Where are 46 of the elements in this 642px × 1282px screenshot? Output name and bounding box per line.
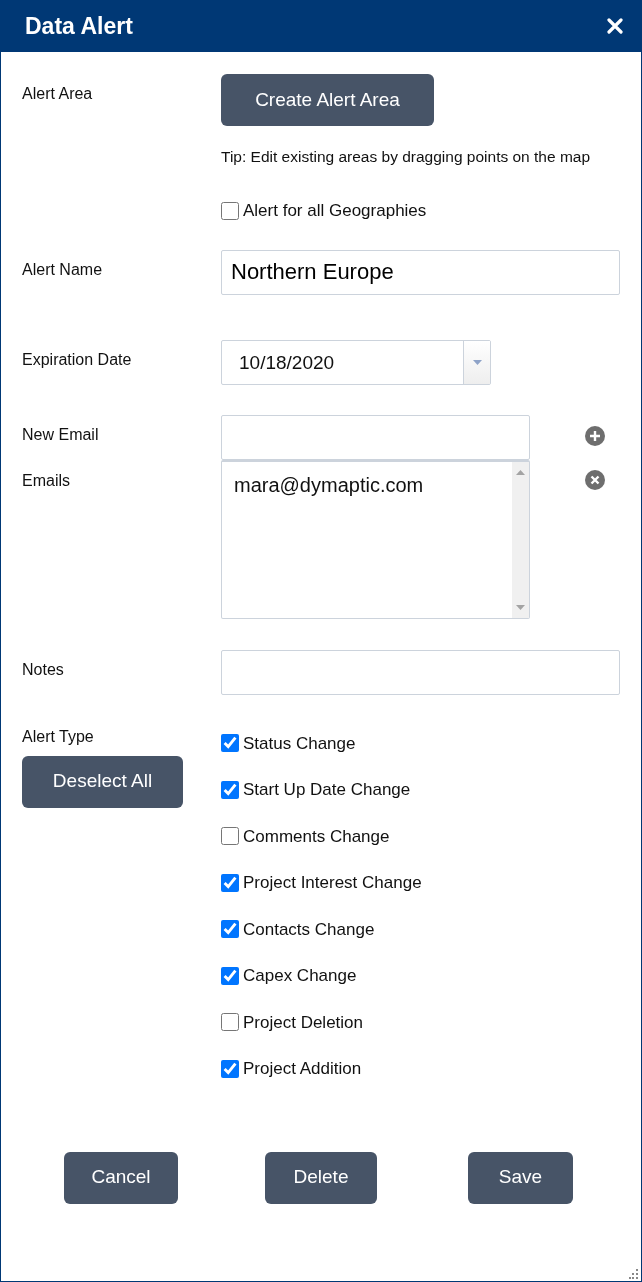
date-field[interactable]: 10/18/2020 — [221, 339, 491, 385]
email-item[interactable]: mara@dymaptic.com — [234, 469, 500, 500]
dialog-title: Data Alert — [25, 11, 133, 41]
name-field[interactable]: Northern Europe — [221, 249, 620, 295]
checkbox[interactable] — [221, 780, 239, 799]
field-label: Notes — [22, 659, 65, 680]
checkbox[interactable] — [221, 966, 239, 985]
field-label: Expiration Date — [22, 349, 133, 370]
field-label: New Email — [22, 424, 100, 445]
scroll-up-icon[interactable] — [516, 469, 525, 475]
caret-icon[interactable] — [472, 359, 482, 365]
checkbox[interactable] — [221, 734, 239, 753]
checkbox-label: Start Up Date Change — [243, 779, 411, 801]
dialog-button[interactable]: Save — [468, 1151, 573, 1204]
checkbox-label: Project Interest Change — [243, 872, 422, 894]
notes-field[interactable] — [221, 649, 620, 695]
checkbox[interactable] — [221, 1013, 239, 1032]
checkbox-label: Project Deletion — [243, 1011, 363, 1034]
field-label: Alert Type — [22, 726, 95, 747]
create-area-button[interactable]: Create Alert Area — [221, 74, 434, 126]
checkbox[interactable] — [221, 827, 239, 846]
checkbox-label: Comments Change — [243, 825, 390, 848]
close-icon[interactable] — [607, 18, 623, 34]
dialog-button[interactable]: Cancel — [64, 1151, 178, 1204]
checkbox-label: Capex Change — [243, 965, 357, 987]
tip-text: Tip: Edit existing areas by dragging points on the map — [221, 147, 592, 167]
checkbox-label: Status Change — [243, 732, 356, 755]
resize-grip-icon[interactable] — [629, 1269, 639, 1279]
email-field[interactable] — [221, 414, 530, 460]
email-list[interactable]: mara@dymaptic.com — [221, 459, 530, 619]
add-icon[interactable] — [585, 425, 605, 446]
checkbox-label: Alert for all Geographies — [243, 200, 427, 222]
checkbox[interactable] — [221, 920, 239, 939]
dialog-button[interactable]: Delete — [265, 1151, 377, 1204]
deselect-all-button[interactable]: Deselect All — [22, 755, 183, 808]
checkbox[interactable] — [221, 1059, 239, 1078]
checkbox-label: Project Addition — [243, 1058, 362, 1080]
checkbox[interactable] — [221, 201, 239, 220]
remove-icon[interactable] — [585, 469, 605, 490]
checkbox[interactable] — [221, 873, 239, 892]
scrollbar[interactable] — [512, 461, 529, 618]
checkbox-label: Contacts Change — [243, 918, 375, 941]
scroll-down-icon[interactable] — [516, 604, 525, 610]
field-label: Alert Area — [22, 84, 94, 104]
field-label: Emails — [22, 470, 71, 491]
field-label: Alert Name — [22, 259, 104, 280]
